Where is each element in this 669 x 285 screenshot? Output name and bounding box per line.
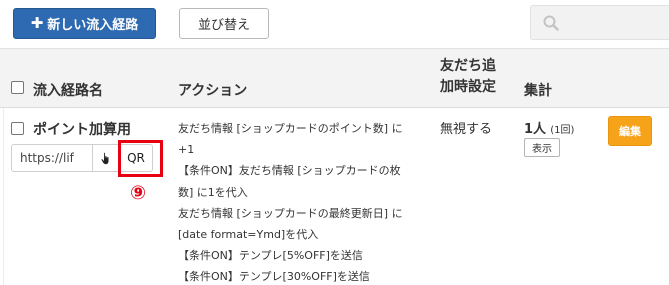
action-line: 数] に1を代入 (178, 185, 248, 199)
edit-label: 編集 (619, 125, 641, 138)
show-label: 表示 (532, 144, 552, 155)
count-value: 1人 (1回) (524, 118, 574, 137)
count-detail: (1回) (550, 125, 575, 136)
count-number: 1 (524, 122, 534, 137)
search-input[interactable] (530, 5, 669, 40)
action-line: 【条件ON】テンプレ[30%OFF]を送信 (178, 270, 370, 284)
action-line: 友だち情報 [ショップカードのポイント数] に (178, 122, 403, 135)
show-button[interactable]: 表示 (524, 138, 560, 157)
header-route-name: 流入経路名 (33, 83, 103, 99)
new-route-label: 新しい流入経路 (47, 18, 139, 33)
action-line: 【条件ON】友だち情報 [ショップカードの枚 (178, 164, 401, 178)
action-line: 友だち情報 [ショップカードの最終更新日] に (178, 206, 403, 220)
header-count: 集計 (524, 83, 552, 99)
plus-icon: ✚ (30, 14, 44, 32)
action-line: [date format=Ymd]を代入 (178, 228, 319, 242)
row-divider (3, 108, 4, 285)
row-checkbox[interactable] (11, 122, 24, 135)
sort-label: 並び替え (197, 18, 250, 33)
select-all-checkbox[interactable] (11, 81, 24, 94)
route-name: ポイント加算用 (33, 122, 131, 138)
sort-button[interactable]: 並び替え (179, 8, 269, 39)
new-route-button[interactable]: ✚ 新しい流入経路 (13, 8, 156, 39)
hand-pointer-icon (101, 152, 108, 164)
table-header: 流入経路名 アクション 友だち追 加時設定 集計 (0, 48, 669, 108)
action-line: +1 (178, 143, 195, 157)
search-icon (543, 15, 559, 31)
header-action: アクション (178, 83, 248, 99)
count-unit: 人 (533, 122, 547, 137)
annotation-marker: ⑨ (130, 182, 147, 204)
route-url-field[interactable]: https://lif (11, 144, 92, 172)
qr-highlight-box (118, 140, 163, 177)
action-description: 友だち情報 [ショップカードのポイント数] に +1 【条件ON】友だち情報 [… (178, 118, 423, 285)
friend-setting-value: 無視する (440, 122, 493, 137)
edit-button[interactable]: 編集 (608, 116, 652, 146)
action-line: 【条件ON】テンプレ[5%OFF]を送信 (178, 249, 363, 263)
copy-url-button[interactable] (92, 144, 120, 172)
header-friend-setting: 友だち追 加時設定 (440, 56, 496, 98)
toolbar: ✚ 新しい流入経路 並び替え (0, 0, 669, 48)
header-friend-setting-line1: 友だち追 (440, 58, 496, 74)
header-friend-setting-line2: 加時設定 (440, 79, 496, 95)
